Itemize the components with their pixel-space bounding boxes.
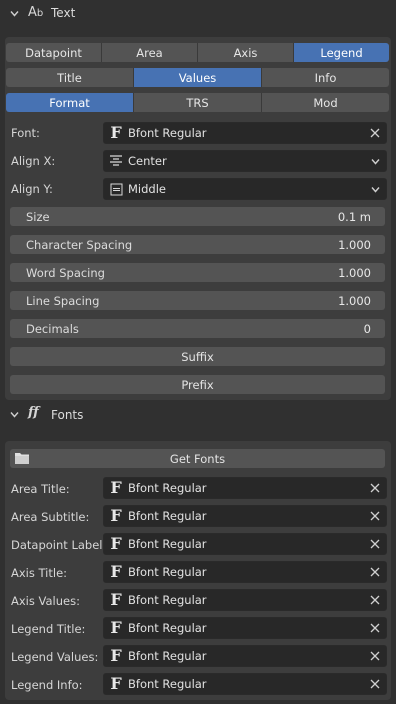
chevron-down-icon[interactable]	[10, 410, 19, 419]
character-spacing-value: 1.000	[338, 237, 371, 252]
tab-title[interactable]: Title	[6, 68, 134, 87]
close-icon[interactable]	[370, 623, 380, 633]
word-spacing-label: Word Spacing	[26, 265, 105, 280]
font-icon: F	[110, 646, 122, 665]
align-x-dropdown[interactable]: Center	[103, 150, 387, 172]
tabs-row-2: Title Values Info	[6, 68, 389, 87]
axis-values-font-value: Bfont Regular	[128, 593, 207, 607]
prefix-button[interactable]: Prefix	[10, 375, 385, 394]
text-icon: Ab	[28, 5, 44, 20]
tabs-row-1: Datapoint Area Axis Legend	[6, 43, 389, 62]
area-title-font-field[interactable]: F Bfont Regular	[103, 477, 387, 499]
tab-values[interactable]: Values	[134, 68, 262, 87]
font-icon: F	[110, 506, 122, 525]
tabs-row-3: Format TRS Mod	[6, 93, 389, 112]
datapoint-label-label: Datapoint Label:	[11, 538, 107, 552]
chevron-down-icon	[370, 158, 380, 165]
area-subtitle-font-value: Bfont Regular	[128, 509, 207, 523]
area-title-font-value: Bfont Regular	[128, 481, 207, 495]
area-title-label: Area Title:	[11, 482, 70, 496]
axis-title-font-field[interactable]: F Bfont Regular	[103, 561, 387, 583]
get-fonts-label: Get Fonts	[169, 451, 226, 466]
align-center-icon	[110, 155, 122, 166]
character-spacing-label: Character Spacing	[26, 237, 133, 252]
align-x-label: Align X:	[11, 154, 56, 168]
font-icon: F	[110, 478, 122, 497]
close-icon[interactable]	[370, 595, 380, 605]
character-spacing-field[interactable]: Character Spacing 1.000	[10, 235, 385, 254]
area-subtitle-label: Area Subtitle:	[11, 510, 90, 524]
line-spacing-label: Line Spacing	[26, 293, 100, 308]
line-spacing-field[interactable]: Line Spacing 1.000	[10, 291, 385, 310]
tab-mod[interactable]: Mod	[262, 93, 389, 112]
close-icon[interactable]	[370, 511, 380, 521]
font-value: Bfont Regular	[128, 126, 207, 140]
legend-title-label: Legend Title:	[11, 622, 86, 636]
decimals-value: 0	[363, 321, 371, 336]
tab-area[interactable]: Area	[102, 43, 198, 62]
close-icon[interactable]	[370, 679, 380, 689]
legend-info-font-field[interactable]: F Bfont Regular	[103, 673, 387, 695]
folder-icon	[15, 453, 29, 464]
decimals-label: Decimals	[26, 321, 79, 336]
close-icon[interactable]	[370, 651, 380, 661]
datapoint-label-font-field[interactable]: F Bfont Regular	[103, 533, 387, 555]
legend-values-label: Legend Values:	[11, 650, 99, 664]
font-icon: F	[110, 123, 122, 142]
legend-title-font-value: Bfont Regular	[128, 621, 207, 635]
decimals-field[interactable]: Decimals 0	[10, 319, 385, 338]
close-icon[interactable]	[370, 567, 380, 577]
tab-datapoint[interactable]: Datapoint	[6, 43, 102, 62]
legend-info-label: Legend Info:	[11, 678, 83, 692]
align-middle-icon	[110, 183, 122, 195]
font-icon: F	[110, 674, 122, 693]
area-subtitle-font-field[interactable]: F Bfont Regular	[103, 505, 387, 527]
word-spacing-value: 1.000	[338, 265, 371, 280]
chevron-down-icon	[370, 186, 380, 193]
get-fonts-button[interactable]: Get Fonts	[10, 449, 385, 468]
close-icon[interactable]	[370, 128, 380, 138]
close-icon[interactable]	[370, 539, 380, 549]
font-label: Font:	[11, 126, 40, 140]
text-section-header[interactable]: Ab Text	[0, 0, 396, 28]
size-field[interactable]: Size 0.1 m	[10, 207, 385, 226]
line-spacing-value: 1.000	[338, 293, 371, 308]
chevron-down-icon[interactable]	[10, 9, 19, 18]
axis-values-font-field[interactable]: F Bfont Regular	[103, 589, 387, 611]
legend-values-font-field[interactable]: F Bfont Regular	[103, 645, 387, 667]
align-y-label: Align Y:	[11, 182, 53, 196]
legend-info-font-value: Bfont Regular	[128, 677, 207, 691]
close-icon[interactable]	[370, 483, 380, 493]
legend-values-font-value: Bfont Regular	[128, 649, 207, 663]
size-value: 0.1 m	[337, 209, 371, 224]
align-x-value: Center	[128, 154, 167, 168]
section-title: Fonts	[51, 408, 84, 422]
axis-values-label: Axis Values:	[11, 594, 80, 608]
align-y-dropdown[interactable]: Middle	[103, 178, 387, 200]
tab-format[interactable]: Format	[6, 93, 134, 112]
tab-axis[interactable]: Axis	[198, 43, 294, 62]
font-icon: F	[110, 590, 122, 609]
axis-title-label: Axis Title:	[11, 566, 68, 580]
fonts-icon: ff	[28, 405, 39, 420]
font-icon: F	[110, 562, 122, 581]
size-label: Size	[26, 209, 50, 224]
tab-trs[interactable]: TRS	[134, 93, 262, 112]
font-icon: F	[110, 534, 122, 553]
section-title: Text	[51, 6, 76, 20]
fonts-section-header[interactable]: ff Fonts	[0, 401, 396, 429]
axis-title-font-value: Bfont Regular	[128, 565, 207, 579]
font-icon: F	[110, 618, 122, 637]
word-spacing-field[interactable]: Word Spacing 1.000	[10, 263, 385, 282]
legend-title-font-field[interactable]: F Bfont Regular	[103, 617, 387, 639]
suffix-button[interactable]: Suffix	[10, 347, 385, 366]
tab-info[interactable]: Info	[262, 68, 389, 87]
tab-legend[interactable]: Legend	[294, 43, 389, 62]
datapoint-label-font-value: Bfont Regular	[128, 537, 207, 551]
align-y-value: Middle	[128, 182, 166, 196]
font-field[interactable]: F Bfont Regular	[103, 122, 387, 144]
